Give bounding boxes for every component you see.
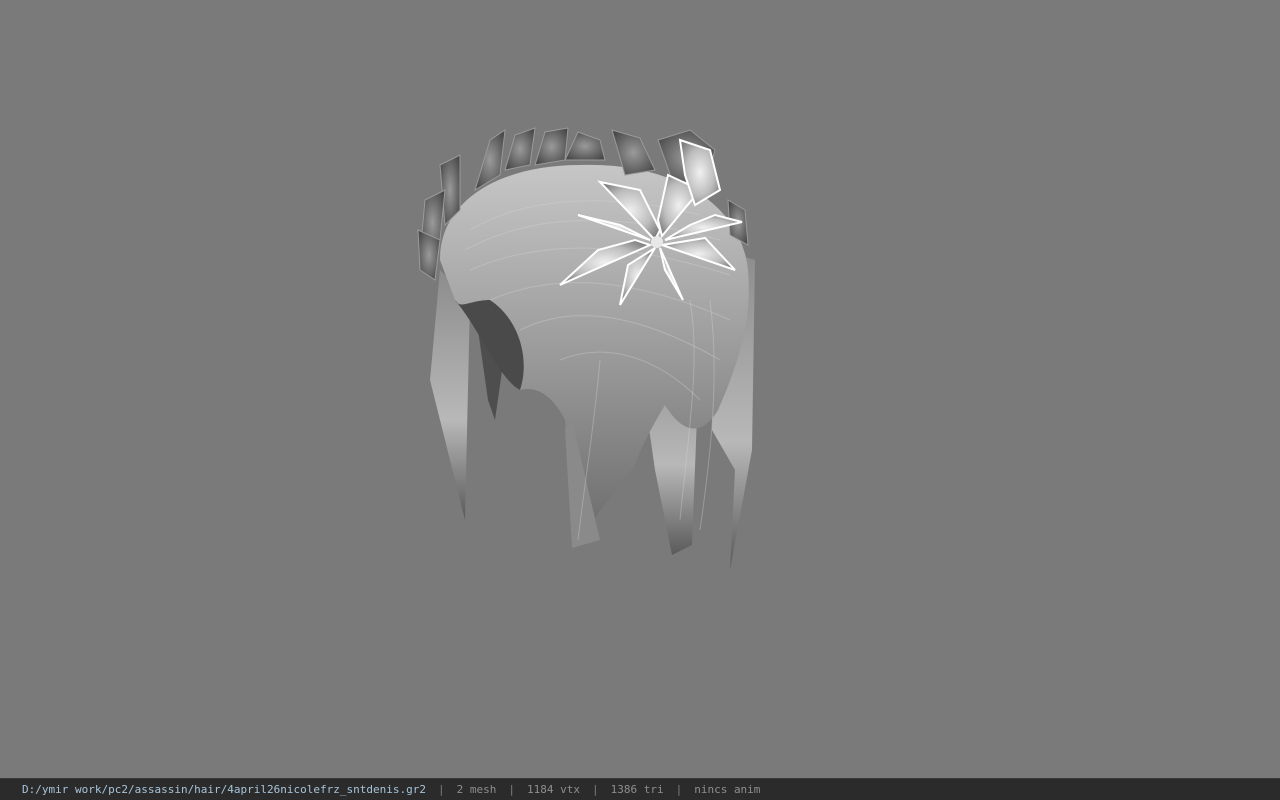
triangle-count: 1386 tri [610, 783, 664, 796]
separator: | [437, 783, 445, 796]
animation-info: nincs anim [694, 783, 761, 796]
mesh-count: 2 mesh [456, 783, 497, 796]
hair-model-render [417, 127, 755, 570]
separator: | [508, 783, 515, 796]
file-path: D:/ymir work/pc2/assassin/hair/4april26n… [22, 783, 426, 796]
3d-viewport[interactable] [0, 0, 1280, 778]
separator: | [675, 783, 683, 796]
separator: | [591, 783, 599, 796]
status-bar: D:/ymir work/pc2/assassin/hair/4april26n… [0, 778, 1280, 800]
vertex-count: 1184 vtx [526, 783, 580, 796]
